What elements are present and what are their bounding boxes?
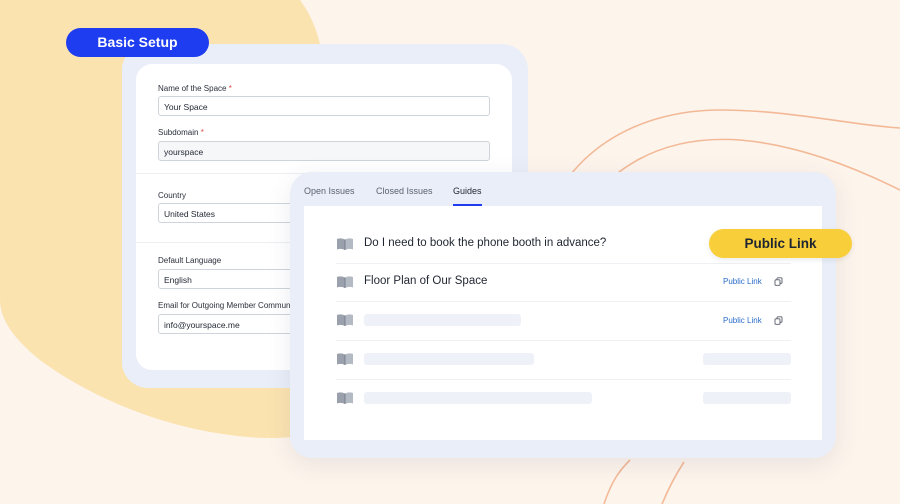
space-name-label: Name of the Space *: [158, 84, 232, 93]
book-icon: [337, 314, 353, 326]
country-label: Country: [158, 191, 187, 200]
copy-icon[interactable]: [774, 277, 783, 286]
guides-card: Open Issues Closed Issues Guides Do I ne…: [290, 172, 836, 458]
guide-row[interactable]: [336, 380, 791, 418]
public-link[interactable]: Public Link: [723, 316, 762, 325]
title-placeholder: [364, 353, 534, 365]
book-icon: [337, 392, 353, 404]
guide-title: Floor Plan of Our Space: [364, 275, 488, 287]
tab-closed-issues[interactable]: Closed Issues: [376, 186, 433, 206]
basic-setup-badge: Basic Setup: [66, 28, 209, 57]
guide-row[interactable]: Floor Plan of Our Space Public Link: [336, 264, 791, 302]
guide-row[interactable]: Public Link: [336, 302, 791, 340]
book-icon: [337, 276, 353, 288]
space-name-input[interactable]: Your Space: [158, 96, 490, 116]
title-placeholder: [364, 314, 521, 326]
tab-open-issues[interactable]: Open Issues: [304, 186, 355, 206]
link-placeholder: [703, 353, 791, 365]
public-link-badge: Public Link: [709, 229, 852, 258]
link-placeholder: [703, 392, 791, 404]
book-icon: [337, 238, 353, 250]
guide-title: Do I need to book the phone booth in adv…: [364, 237, 607, 249]
guide-row[interactable]: [336, 341, 791, 379]
subdomain-label: Subdomain *: [158, 128, 204, 137]
tab-guides[interactable]: Guides: [453, 186, 482, 206]
book-icon: [337, 353, 353, 365]
copy-icon[interactable]: [774, 316, 783, 325]
default-language-label: Default Language: [158, 256, 222, 265]
title-placeholder: [364, 392, 592, 404]
public-link[interactable]: Public Link: [723, 277, 762, 286]
subdomain-input[interactable]: yourspace: [158, 141, 490, 161]
